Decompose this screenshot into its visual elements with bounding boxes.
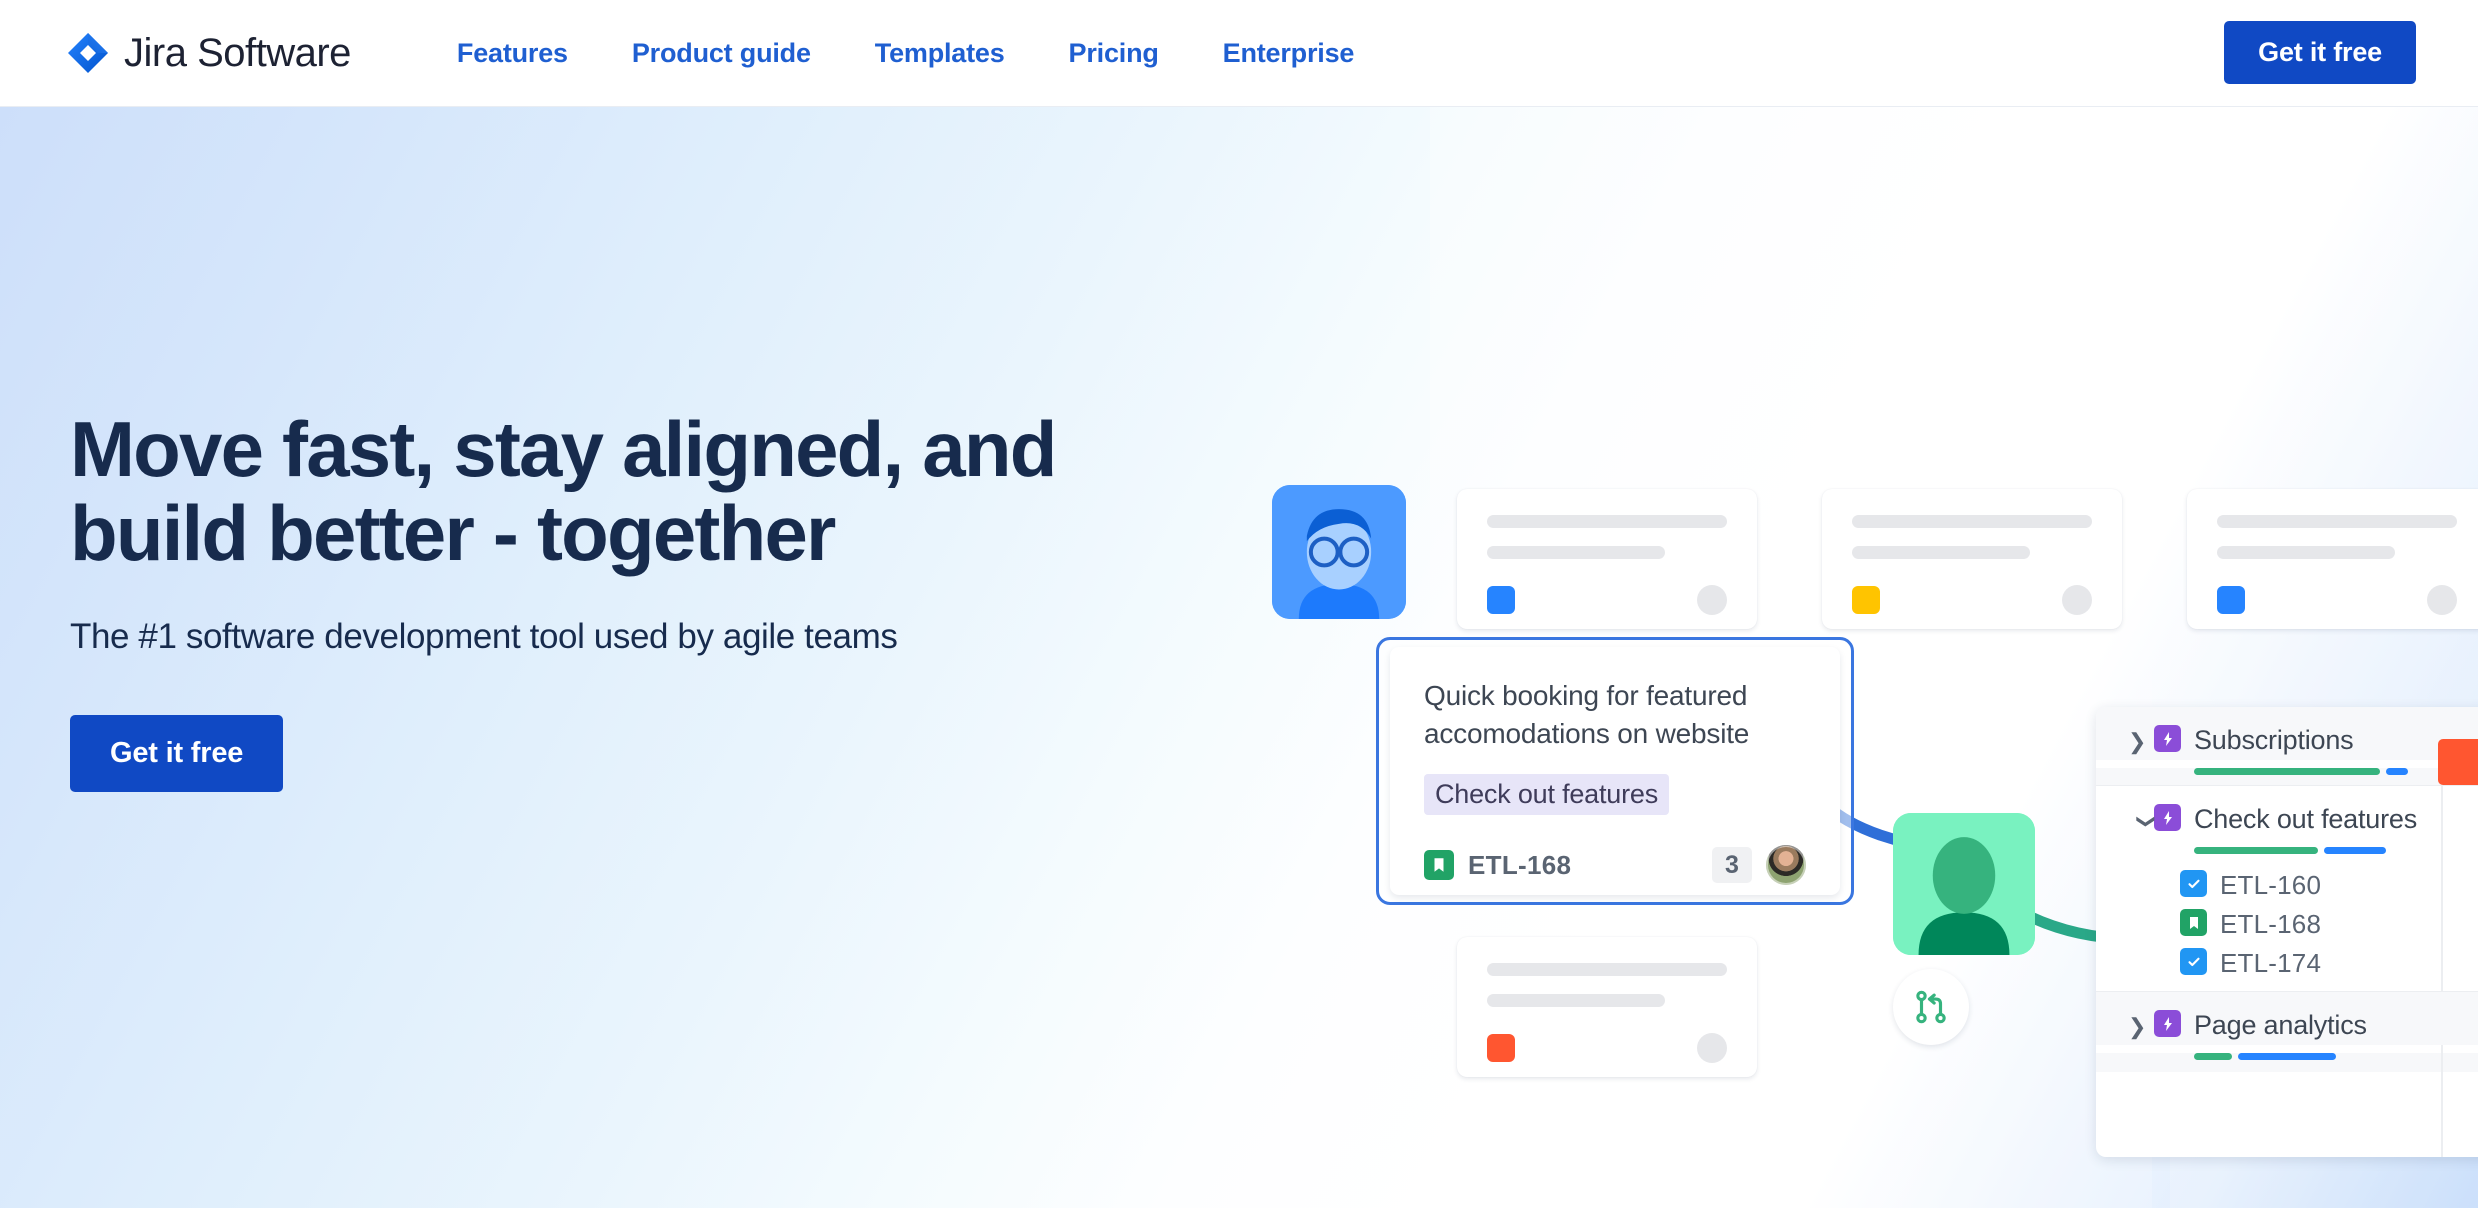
- issue-card-key: ETL-168: [1468, 849, 1572, 880]
- tree-child-key: ETL-174: [2220, 948, 2322, 978]
- story-points-badge: 3: [1712, 847, 1752, 884]
- nav-item-pricing[interactable]: Pricing: [1037, 28, 1191, 79]
- tree-child-key: ETL-168: [2220, 909, 2322, 939]
- tree-item-label: Subscriptions: [2194, 725, 2354, 755]
- skeleton-card-bottom-left[interactable]: [1457, 937, 1757, 1077]
- skeleton-card-footer: [1487, 1033, 1727, 1063]
- tree-child-key: ETL-160: [2220, 870, 2322, 900]
- skeleton-line: [1487, 963, 1727, 976]
- epic-bolt-icon: [2154, 804, 2181, 831]
- progress-segment-green: [2194, 847, 2318, 854]
- green-avatar-tile: [1893, 813, 2035, 955]
- person-silhouette-icon: [1893, 813, 2035, 955]
- nav-item-features[interactable]: Features: [425, 28, 600, 79]
- status-chip-orange: [1487, 1034, 1515, 1062]
- site-header: Jira Software Features Product guide Tem…: [0, 0, 2478, 107]
- blue-avatar-tile: [1272, 485, 1406, 619]
- nav-item-enterprise[interactable]: Enterprise: [1191, 28, 1387, 79]
- skeleton-line: [1487, 546, 1665, 559]
- status-chip-yellow: [1852, 586, 1880, 614]
- hero-title: Move fast, stay aligned, and build bette…: [70, 405, 1057, 578]
- epic-bolt-icon: [2154, 1010, 2181, 1037]
- skeleton-card-top-middle[interactable]: [1822, 489, 2122, 629]
- story-bookmark-icon: [2180, 909, 2207, 936]
- nav-item-product-guide[interactable]: Product guide: [600, 28, 843, 79]
- tree-row-check-out-features[interactable]: ❮ Check out features: [2096, 786, 2478, 839]
- jira-diamond-logo-icon: [66, 31, 110, 75]
- issue-card-meta: 3: [1712, 845, 1806, 886]
- tree-child-etl-174[interactable]: ETL-174: [2096, 944, 2478, 991]
- main-nav: Features Product guide Templates Pricing…: [425, 28, 1386, 79]
- logo[interactable]: Jira Software: [66, 31, 351, 76]
- assignee-avatar[interactable]: [1766, 845, 1806, 886]
- status-chip-blue: [1487, 586, 1515, 614]
- progress-bar-subscriptions: [2194, 768, 2478, 775]
- hero-copy: Move fast, stay aligned, and build bette…: [70, 405, 1057, 793]
- tree-child-etl-160[interactable]: ETL-160: [2096, 866, 2478, 905]
- epic-bolt-icon: [2154, 725, 2181, 752]
- hero-section: Quick booking for featured accomodations…: [0, 107, 2478, 1208]
- issue-card-footer: ETL-168 3: [1424, 845, 1806, 886]
- avatar-placeholder: [2062, 585, 2092, 615]
- chevron-down-icon[interactable]: ❮: [2129, 803, 2154, 829]
- story-bookmark-icon: [1424, 850, 1454, 881]
- person-with-glasses-icon: [1272, 485, 1406, 619]
- issue-card-epic-tag[interactable]: Check out features: [1424, 774, 1670, 816]
- skeleton-card-footer: [1487, 585, 1727, 615]
- issue-card-title: Quick booking for featured accomodations…: [1424, 680, 1750, 749]
- hero-get-it-free-button[interactable]: Get it free: [70, 715, 284, 793]
- chevron-right-icon[interactable]: ❯: [2128, 1010, 2154, 1038]
- issue-card-selected[interactable]: Quick booking for featured accomodations…: [1390, 647, 1840, 895]
- nav-item-templates[interactable]: Templates: [843, 28, 1037, 79]
- skeleton-line: [1852, 515, 2092, 528]
- avatar-placeholder: [1697, 1033, 1727, 1063]
- tree-child-etl-168[interactable]: ETL-168: [2096, 905, 2478, 944]
- tree-row-page-analytics[interactable]: ❯ Page analytics: [2096, 992, 2478, 1045]
- skeleton-card-footer: [1852, 585, 2092, 615]
- task-check-icon: [2180, 870, 2207, 897]
- skeleton-line: [1487, 515, 1727, 528]
- status-chip-blue: [2217, 586, 2245, 614]
- chevron-right-icon[interactable]: ❯: [2128, 725, 2154, 753]
- skeleton-line: [1852, 546, 2030, 559]
- orange-accent-block: [2438, 739, 2478, 785]
- pull-request-bubble[interactable]: [1893, 969, 1969, 1045]
- progress-bar-check-out-features: [2194, 847, 2478, 854]
- task-check-icon: [2180, 948, 2207, 975]
- skeleton-line: [2217, 546, 2395, 559]
- progress-segment-blue: [2324, 847, 2386, 854]
- skeleton-line: [2217, 515, 2457, 528]
- progress-bar-page-analytics: [2194, 1053, 2478, 1060]
- tree-item-label: Check out features: [2194, 804, 2418, 834]
- header-get-it-free-button[interactable]: Get it free: [2224, 21, 2416, 84]
- logo-text: Jira Software: [124, 30, 351, 75]
- progress-segment-green: [2194, 768, 2380, 775]
- tree-row-subscriptions[interactable]: ❯ Subscriptions: [2096, 707, 2478, 760]
- hero-subtitle: The #1 software development tool used by…: [70, 617, 898, 657]
- avatar-placeholder: [2427, 585, 2457, 615]
- skeleton-card-top-left[interactable]: [1457, 489, 1757, 629]
- hero-title-line-1: Move fast, stay aligned, and: [70, 405, 1057, 493]
- progress-segment-blue: [2386, 768, 2408, 775]
- skeleton-card-footer: [2217, 585, 2457, 615]
- backlog-tree-panel: ❯ Subscriptions ❮ Check out features ETL…: [2096, 707, 2478, 1157]
- issue-card-key-group: ETL-168: [1424, 850, 1571, 881]
- avatar-placeholder: [1697, 585, 1727, 615]
- progress-segment-green: [2194, 1053, 2232, 1060]
- hero-title-line-2: build better - together: [70, 489, 836, 578]
- skeleton-card-top-right[interactable]: [2187, 489, 2478, 629]
- skeleton-line: [1487, 994, 1665, 1007]
- pull-request-branch-icon: [1916, 990, 1946, 1024]
- tree-item-label: Page analytics: [2194, 1010, 2367, 1040]
- progress-segment-blue: [2238, 1053, 2336, 1060]
